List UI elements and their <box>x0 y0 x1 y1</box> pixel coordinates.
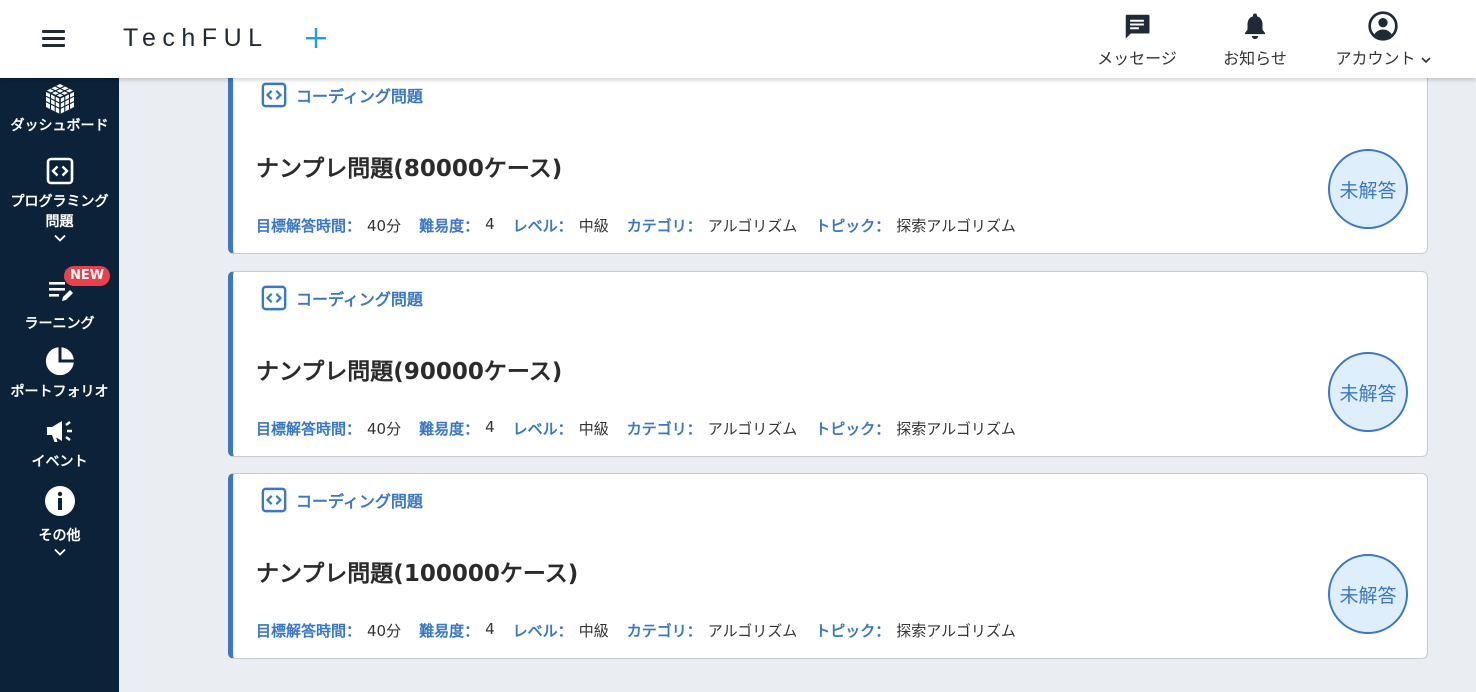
sidebar-item-dashboard[interactable]: ダッシュボード <box>0 82 119 136</box>
sidebar: ダッシュボード プログラミング 問題 NEW ラーニング ポートフォリオ イベン… <box>0 78 119 692</box>
account-label-text: アカウント <box>1335 49 1416 68</box>
code-icon <box>261 285 287 311</box>
meta-level-value: 中級 <box>578 622 609 640</box>
problem-meta: 目標解答時間： 40分 難易度： 4 レベル： 中級 カテゴリ： アルゴリズム トピック… <box>256 418 1034 439</box>
header-account[interactable]: アカウント <box>1328 10 1438 69</box>
meta-level-label: レベル： <box>512 622 573 640</box>
sidebar-item-label: ラーニング <box>24 316 95 332</box>
top-header: TechFUL メッセージ お知らせ アカウント <box>0 0 1476 78</box>
pie-chart-icon <box>45 347 74 376</box>
meta-level-label: レベル： <box>512 217 573 235</box>
meta-difficulty-label: 難易度： <box>419 420 480 438</box>
meta-topic-value: 探索アルゴリズム <box>896 420 1016 438</box>
meta-difficulty-value: 4 <box>485 620 495 638</box>
info-icon <box>44 486 75 516</box>
meta-category-value: アルゴリズム <box>707 420 798 438</box>
sidebar-item-portfolio[interactable]: ポートフォリオ <box>0 344 119 402</box>
meta-time-label: 目標解答時間： <box>256 420 362 438</box>
meta-difficulty-label: 難易度： <box>419 622 480 640</box>
new-badge: NEW <box>64 266 111 286</box>
problem-card[interactable]: コーディング問題 ナンプレ問題(90000ケース) 目標解答時間： 40分 難易度… <box>228 271 1428 457</box>
problem-type: コーディング問題 <box>261 82 423 108</box>
header-notifications-label: お知らせ <box>1223 49 1287 68</box>
meta-level-label: レベル： <box>512 420 573 438</box>
problem-type: コーディング問題 <box>261 487 423 513</box>
bell-icon <box>1245 13 1265 40</box>
sidebar-item-label: その他 <box>38 528 81 544</box>
megaphone-icon <box>46 421 72 442</box>
meta-time-value: 40分 <box>367 622 402 640</box>
account-icon <box>1368 11 1398 41</box>
meta-topic-label: トピック： <box>815 420 891 438</box>
status-badge[interactable]: 未解答 <box>1328 554 1408 634</box>
meta-difficulty-label: 難易度： <box>419 217 480 235</box>
meta-difficulty-value: 4 <box>485 215 495 233</box>
cube-icon <box>45 84 74 114</box>
code-icon <box>261 487 287 513</box>
meta-category-label: カテゴリ： <box>626 420 702 438</box>
code-icon <box>46 157 73 185</box>
problem-title[interactable]: ナンプレ問題(90000ケース) <box>256 352 562 386</box>
sidebar-item-label: イベント <box>31 454 88 470</box>
chevron-down-icon <box>53 234 66 242</box>
sidebar-item-label: ダッシュボード <box>10 118 109 134</box>
chevron-down-icon <box>53 548 66 556</box>
meta-time-label: 目標解答時間： <box>256 217 362 235</box>
problem-title[interactable]: ナンプレ問題(80000ケース) <box>256 149 562 183</box>
problem-meta: 目標解答時間： 40分 難易度： 4 レベル： 中級 カテゴリ： アルゴリズム トピック… <box>256 215 1034 236</box>
meta-topic-label: トピック： <box>815 217 891 235</box>
problem-type-label: コーディング問題 <box>296 87 423 106</box>
header-account-label: アカウント <box>1328 45 1438 69</box>
header-notifications[interactable]: お知らせ <box>1216 10 1294 69</box>
meta-topic-value: 探索アルゴリズム <box>896 622 1016 640</box>
problem-type: コーディング問題 <box>261 285 423 311</box>
meta-topic-value: 探索アルゴリズム <box>896 217 1016 235</box>
status-badge[interactable]: 未解答 <box>1328 149 1408 229</box>
sidebar-item-label: ポートフォリオ <box>10 384 109 400</box>
meta-category-value: アルゴリズム <box>707 217 798 235</box>
problem-type-label: コーディング問題 <box>296 492 423 511</box>
meta-topic-label: トピック： <box>815 622 891 640</box>
message-icon <box>1125 14 1150 39</box>
meta-time-label: 目標解答時間： <box>256 622 362 640</box>
hamburger-menu-button[interactable] <box>38 25 70 51</box>
chevron-down-icon <box>1420 57 1431 64</box>
sidebar-item-learning[interactable]: NEW ラーニング <box>0 266 119 334</box>
problem-card[interactable]: コーディング問題 ナンプレ問題(80000ケース) 目標解答時間： 40分 難易度… <box>228 68 1428 254</box>
problem-type-label: コーディング問題 <box>296 290 423 309</box>
problem-meta: 目標解答時間： 40分 難易度： 4 レベル： 中級 カテゴリ： アルゴリズム トピック… <box>256 620 1034 641</box>
logo-plus-icon <box>306 28 326 48</box>
problem-card[interactable]: コーディング問題 ナンプレ問題(100000ケース) 目標解答時間： 40分 難易… <box>228 473 1428 659</box>
app-logo[interactable]: TechFUL <box>123 24 269 53</box>
meta-difficulty-value: 4 <box>485 418 495 436</box>
sidebar-item-label: プログラミング <box>10 194 109 210</box>
header-messages-label: メッセージ <box>1097 49 1177 68</box>
problem-title[interactable]: ナンプレ問題(100000ケース) <box>256 554 578 588</box>
sidebar-item-events[interactable]: イベント <box>0 414 119 472</box>
sidebar-item-other[interactable]: その他 <box>0 484 119 556</box>
meta-category-value: アルゴリズム <box>707 622 798 640</box>
meta-time-value: 40分 <box>367 217 402 235</box>
meta-level-value: 中級 <box>578 217 609 235</box>
meta-level-value: 中級 <box>578 420 609 438</box>
sidebar-item-label-line2: 問題 <box>45 214 74 230</box>
status-badge[interactable]: 未解答 <box>1328 352 1408 432</box>
header-messages[interactable]: メッセージ <box>1092 10 1182 69</box>
sidebar-item-programming[interactable]: プログラミング 問題 <box>0 154 119 242</box>
meta-time-value: 40分 <box>367 420 402 438</box>
code-icon <box>261 82 287 108</box>
meta-category-label: カテゴリ： <box>626 217 702 235</box>
meta-category-label: カテゴリ： <box>626 622 702 640</box>
